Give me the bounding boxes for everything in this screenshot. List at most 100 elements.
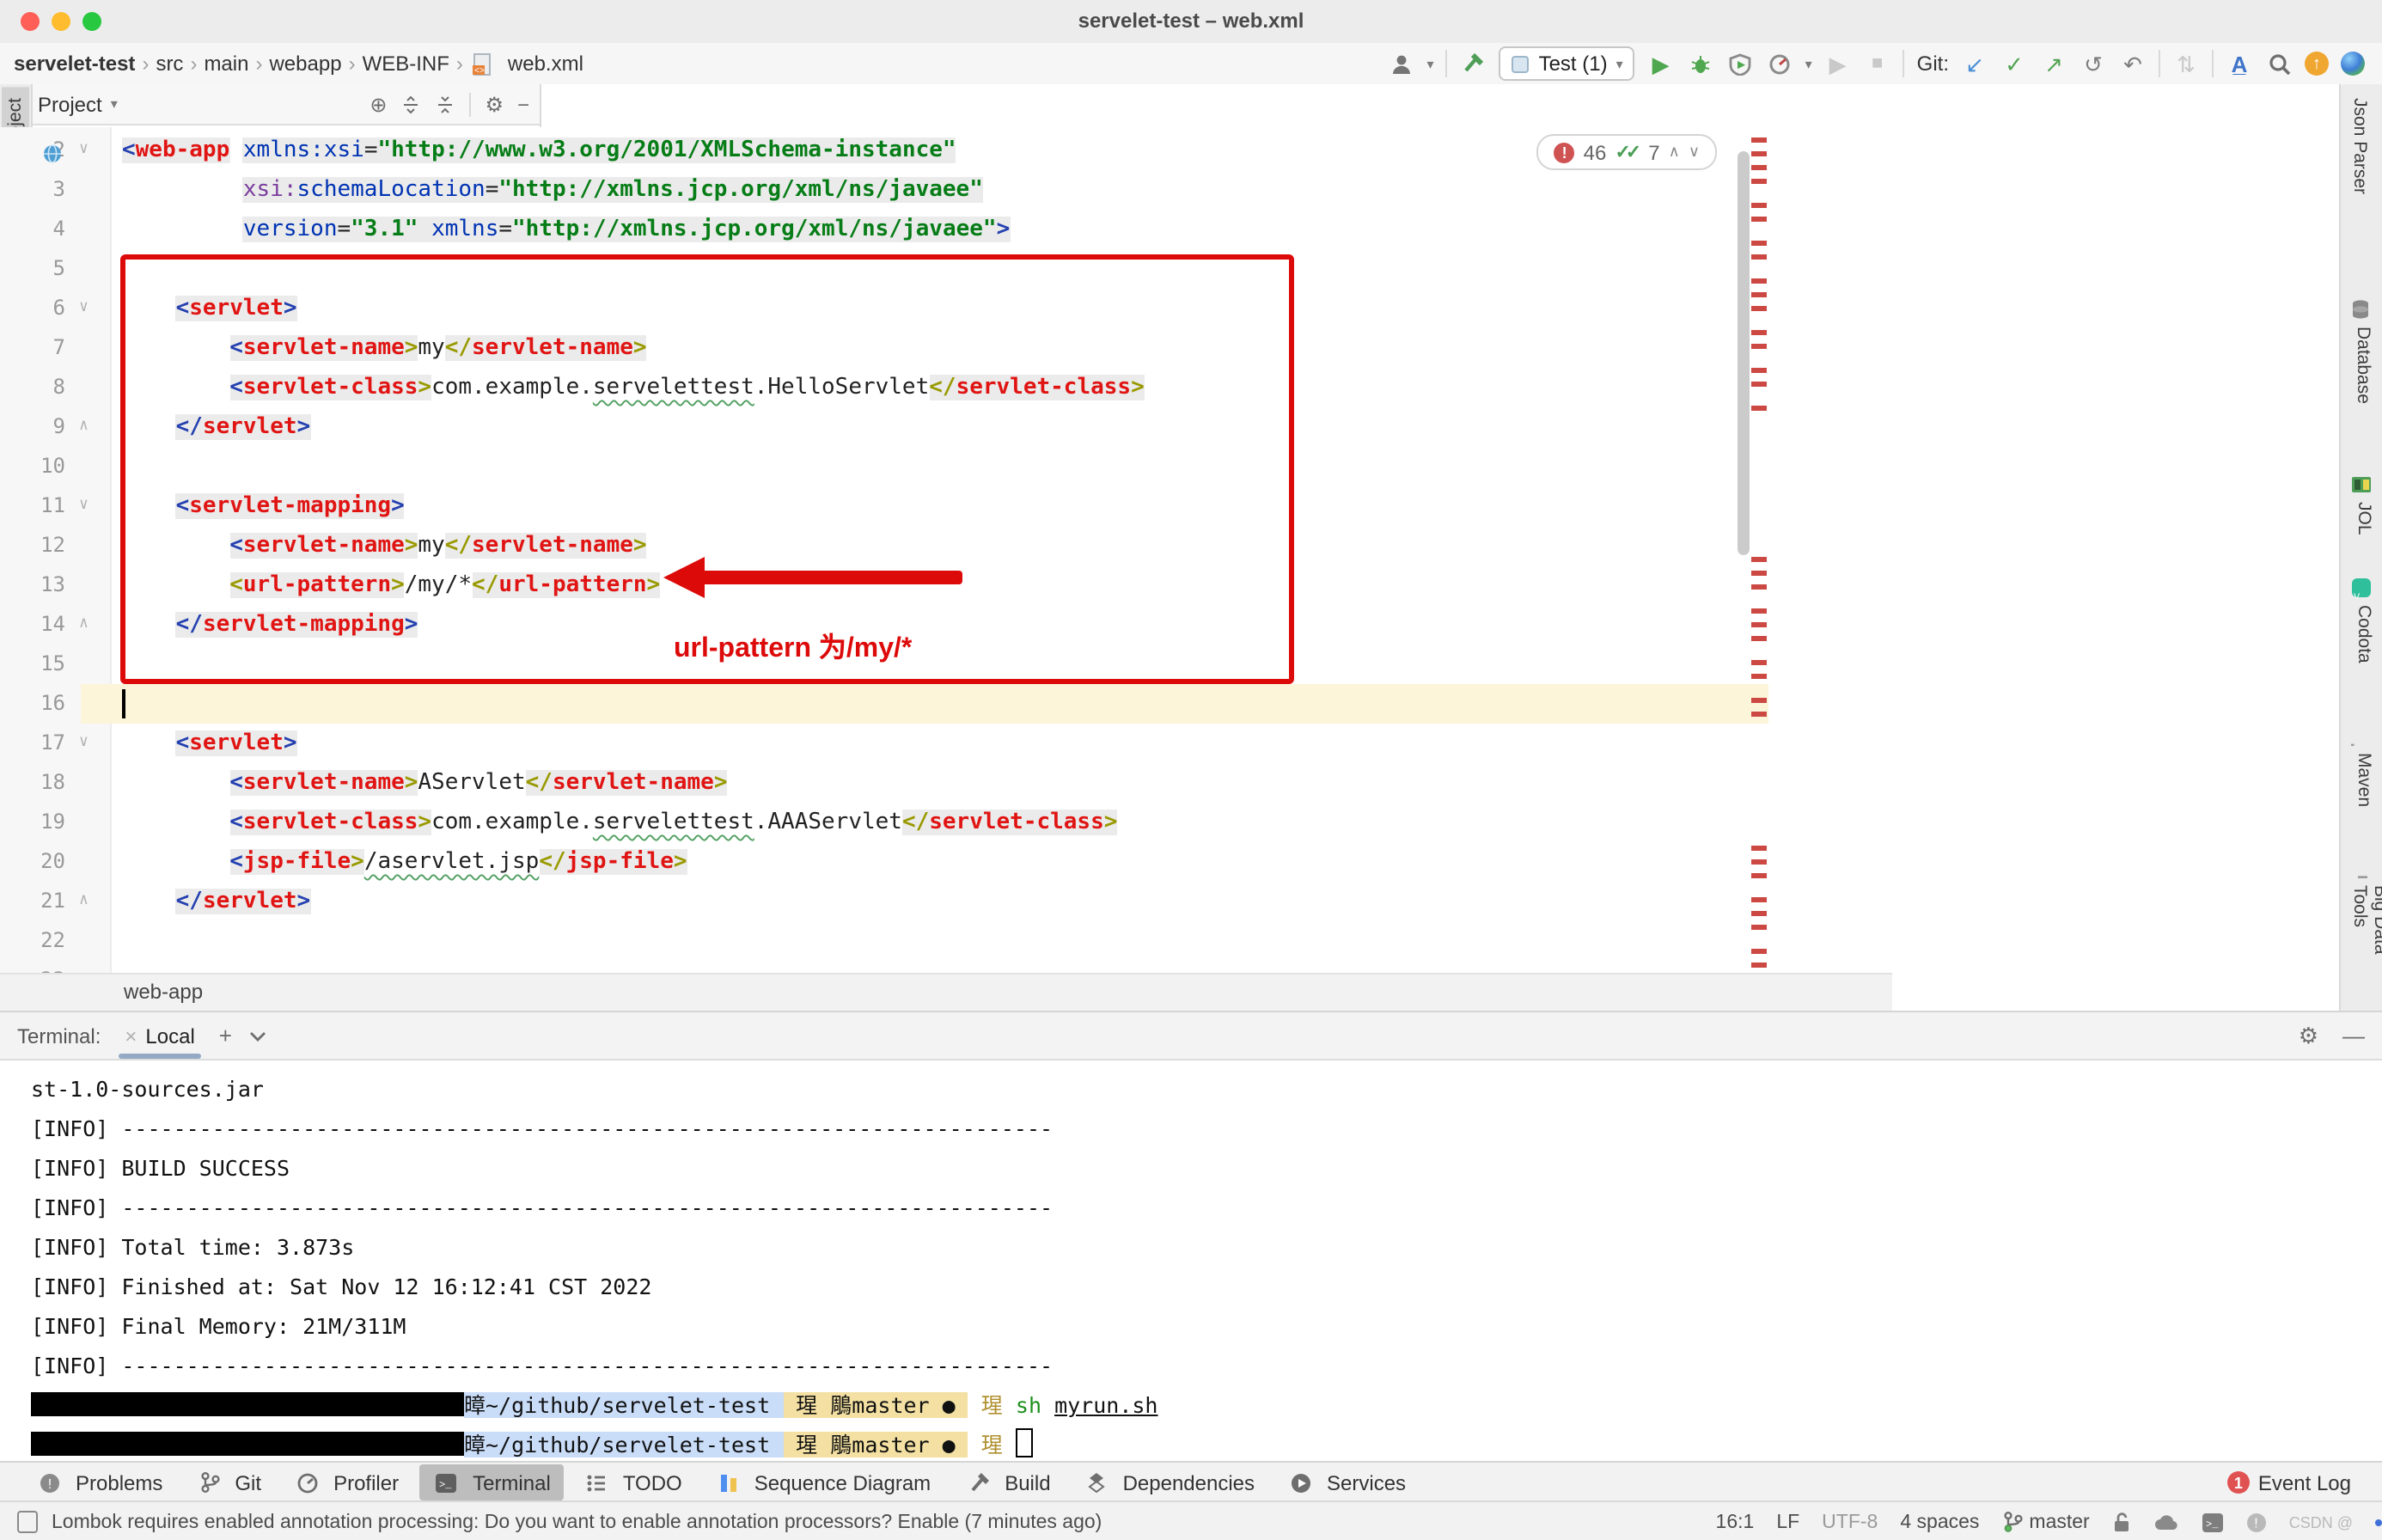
build-hammer-icon[interactable] xyxy=(1460,50,1487,77)
code-line-2: 2∨<web-app xmlns:xsi="http://www.w3.org/… xyxy=(0,131,1768,170)
fold-end-icon[interactable]: ∧ xyxy=(79,605,89,645)
toolwindow-services[interactable]: Services xyxy=(1275,1464,1420,1500)
line-separator[interactable]: LF xyxy=(1776,1512,1799,1532)
unlock-icon[interactable] xyxy=(2112,1511,2131,1533)
expand-all-icon[interactable] xyxy=(400,94,421,114)
xml-file-icon: <> xyxy=(472,52,494,75)
run-configuration-select[interactable]: Test (1) ▾ xyxy=(1499,46,1635,81)
breadcrumb-item[interactable]: WEB-INF xyxy=(363,52,449,76)
toolwindow-label: Dependencies xyxy=(1123,1470,1255,1494)
line-number: 7 xyxy=(0,328,65,368)
user-dropdown-icon[interactable]: ▾ xyxy=(1427,56,1434,71)
terminal-output[interactable]: st-1.0-sources.jar[INFO] ---------------… xyxy=(0,1060,2382,1464)
tool-stripe-big-data-tools[interactable]: DBig Data Tools xyxy=(2346,847,2382,1011)
profiler-button[interactable] xyxy=(1766,50,1793,77)
tool-stripe-database[interactable]: Database xyxy=(2346,288,2380,413)
project-view-dropdown-icon[interactable]: ▾ xyxy=(111,96,118,112)
update-available-icon[interactable]: ↑ xyxy=(2305,52,2329,76)
translate-icon[interactable]: A̲ xyxy=(2226,50,2253,77)
toolwindow-todo[interactable]: TODO xyxy=(571,1464,696,1500)
next-error-icon[interactable]: ∨ xyxy=(1689,143,1700,162)
indent-setting[interactable]: 4 spaces xyxy=(1900,1512,1979,1532)
git-branch-widget[interactable]: master xyxy=(2001,1511,2089,1533)
breadcrumb-item[interactable]: main xyxy=(204,52,248,76)
code-line-4: 4 version="3.1" xmlns="http://xmlns.jcp.… xyxy=(0,210,1768,249)
editor-scrollbar-thumb[interactable] xyxy=(1738,151,1750,555)
fold-start-icon[interactable]: ∨ xyxy=(79,724,89,763)
terminal-dropdown-icon[interactable] xyxy=(249,1030,266,1041)
git-history-icon[interactable]: ↺ xyxy=(2080,50,2107,77)
tool-stripe-maven[interactable]: mMaven xyxy=(2346,715,2382,817)
fold-start-icon[interactable]: ∨ xyxy=(79,486,89,526)
terminal-tab-local[interactable]: × Local xyxy=(118,1012,201,1059)
error-stripe-mark xyxy=(1751,873,1767,877)
terminal-line: st-1.0-sources.jar xyxy=(31,1069,2382,1109)
breadcrumb-item[interactable]: servelet-test xyxy=(14,52,135,76)
new-terminal-session-icon[interactable]: + xyxy=(219,1023,232,1048)
toolwindow-dependencies[interactable]: Dependencies xyxy=(1072,1464,1268,1500)
tool-stripe-label: Big Data Tools xyxy=(2349,885,2382,1000)
git-rollback-icon[interactable]: ↶ xyxy=(2119,50,2147,77)
git-commit-button[interactable]: ✓ xyxy=(2000,50,2028,77)
navigation-bar: servelet-test›src›main›webapp›WEB-INF›<>… xyxy=(0,43,2382,86)
user-icon[interactable] xyxy=(1388,50,1415,77)
profiler-dropdown-icon[interactable]: ▾ xyxy=(1805,56,1812,71)
terminal-status-icon[interactable]: >_ xyxy=(2202,1512,2224,1532)
breadcrumb-item[interactable]: src xyxy=(156,52,183,76)
notification-muted-icon[interactable]: ! xyxy=(2246,1512,2267,1532)
line-number: 15 xyxy=(0,645,65,684)
file-encoding[interactable]: UTF-8 xyxy=(1822,1512,1878,1532)
editor-breadcrumb[interactable]: web-app xyxy=(0,973,1892,1011)
error-stripe-mark xyxy=(1751,179,1767,183)
profiler-icon xyxy=(297,1472,318,1493)
search-everywhere-icon[interactable] xyxy=(2265,50,2293,77)
breadcrumb-item[interactable]: webapp xyxy=(269,52,341,76)
window-title: servelet-test – web.xml xyxy=(0,9,2382,33)
error-stripe-mark xyxy=(1751,584,1767,589)
settings-gear-icon[interactable]: ⚙ xyxy=(485,92,504,116)
terminal-settings-gear-icon[interactable]: ⚙ xyxy=(2299,1022,2318,1049)
terminal-hide-icon[interactable]: — xyxy=(2342,1022,2365,1049)
code-editor[interactable]: 2∨<web-app xmlns:xsi="http://www.w3.org/… xyxy=(0,127,1768,975)
toolwindow-sequence-diagram[interactable]: Sequence Diagram xyxy=(703,1464,944,1500)
error-stripe-mark xyxy=(1751,859,1767,864)
prev-error-icon[interactable]: ∧ xyxy=(1669,143,1680,162)
tool-stripe-jol[interactable]: JOL xyxy=(2346,465,2382,547)
run-button[interactable]: ▶ xyxy=(1647,50,1675,77)
fold-start-icon[interactable]: ∨ xyxy=(79,131,89,170)
hide-panel-icon[interactable]: − xyxy=(517,92,529,116)
terminal-line: [INFO] Finished at: Sat Nov 12 16:12:41 … xyxy=(31,1267,2382,1306)
error-stripe-mark xyxy=(1751,151,1767,156)
toolwindow-profiler[interactable]: Profiler xyxy=(282,1464,412,1500)
cloud-settings-icon[interactable] xyxy=(2153,1512,2179,1532)
git-push-button[interactable]: ↗ xyxy=(2040,50,2067,77)
toolwindow-git[interactable]: Git xyxy=(183,1464,275,1500)
fold-end-icon[interactable]: ∧ xyxy=(79,882,89,921)
fold-end-icon[interactable]: ∧ xyxy=(79,407,89,447)
event-log-button[interactable]: 1Event Log xyxy=(2227,1470,2382,1494)
collapse-all-icon[interactable] xyxy=(435,94,455,114)
error-stripe-mark xyxy=(1751,406,1767,410)
fold-start-icon[interactable]: ∨ xyxy=(79,289,89,328)
toolwindow-build[interactable]: Build xyxy=(951,1464,1064,1500)
terminal-panel: Terminal: × Local + ⚙ — st-1.0-sources.j… xyxy=(0,1011,2382,1463)
error-stripe-mark xyxy=(1751,165,1767,169)
project-view-title[interactable]: Project xyxy=(38,92,102,116)
breadcrumb-file[interactable]: web.xml xyxy=(508,52,583,76)
tool-stripe-json-parser[interactable]: Json Parser xyxy=(2346,88,2373,205)
run-with-coverage-button[interactable] xyxy=(1726,50,1754,77)
close-terminal-tab-icon[interactable]: × xyxy=(125,1024,137,1048)
tool-stripe-label: Codota xyxy=(2354,605,2374,663)
debug-button[interactable] xyxy=(1687,50,1714,77)
tool-stripe-codota[interactable]: >.Codota xyxy=(2346,567,2382,674)
caret-position[interactable]: 16:1 xyxy=(1716,1512,1755,1532)
inspections-widget[interactable]: !46✓✓7∧∨ xyxy=(1537,134,1717,170)
toolwindow-terminal[interactable]: >_Terminal xyxy=(419,1464,565,1500)
toolwindow-problems[interactable]: !Problems xyxy=(24,1464,176,1500)
svg-text:!: ! xyxy=(2254,1516,2257,1531)
locate-file-icon[interactable]: ⊕ xyxy=(370,92,387,116)
status-message[interactable]: Lombok requires enabled annotation proce… xyxy=(52,1512,1102,1532)
plugin-sphere-icon[interactable] xyxy=(2341,52,2365,76)
git-update-button[interactable]: ↙ xyxy=(1961,50,1988,77)
error-stripe-mark xyxy=(1751,278,1767,283)
